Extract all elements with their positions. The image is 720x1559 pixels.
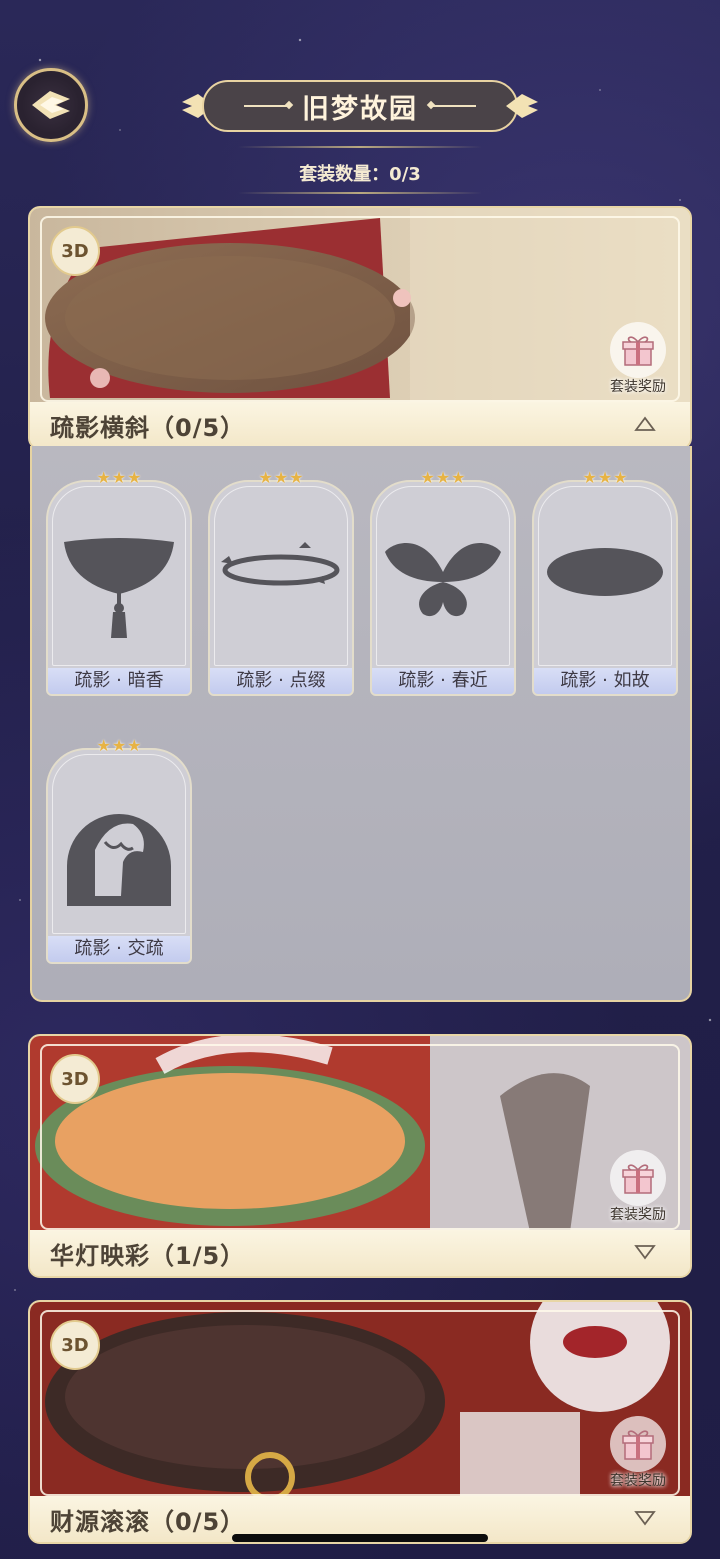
suit-card-2[interactable]: 3D 套装奖励 华灯映彩（1/5） xyxy=(28,1034,692,1278)
suit-card-3[interactable]: 3D 套装奖励 财源滚滚（0/5） xyxy=(28,1300,692,1544)
suit-reward-button[interactable]: 套装奖励 xyxy=(602,1150,674,1224)
title-line-left xyxy=(244,105,290,107)
item-name: 疏影 · 暗香 xyxy=(48,668,190,694)
preview-frame xyxy=(40,1044,680,1230)
back-arrow-icon xyxy=(32,91,70,119)
suit-name: 疏影横斜（0/5） xyxy=(50,413,246,442)
suit-title-bar[interactable]: 疏影横斜（0/5） xyxy=(30,402,690,448)
3d-badge[interactable]: 3D xyxy=(50,1320,100,1370)
star-rating: ★ ★ ★ xyxy=(258,468,304,487)
item-card[interactable]: 疏影 · 点缀 ★ ★ ★ xyxy=(208,468,354,696)
reward-label: 套装奖励 xyxy=(610,1207,666,1223)
collapse-arrow-icon[interactable] xyxy=(634,416,656,432)
suit-items-panel: 疏影 · 暗香 ★ ★ ★ 疏影 · 点缀 ★ ★ ★ 疏影 · 春近 ★ ★ ★ 疏影 ·… xyxy=(30,446,692,1002)
divider xyxy=(238,192,482,194)
dome-window-icon xyxy=(67,814,171,906)
star-rating: ★ ★ ★ xyxy=(96,468,142,487)
item-card[interactable]: 疏影 · 春近 ★ ★ ★ xyxy=(370,468,516,696)
star-rating: ★ ★ ★ xyxy=(420,468,466,487)
title-banner: 旧梦故园 xyxy=(178,80,542,132)
expand-arrow-icon[interactable] xyxy=(634,1244,656,1260)
suit-reward-button[interactable]: 套装奖励 xyxy=(602,322,674,396)
suit-reward-button[interactable]: 套装奖励 xyxy=(602,1416,674,1490)
home-indicator[interactable] xyxy=(232,1534,488,1542)
page-title: 旧梦故园 xyxy=(302,93,418,125)
suit-name: 华灯映彩（1/5） xyxy=(50,1241,246,1270)
item-name: 疏影 · 交疏 xyxy=(48,936,190,962)
suit-card-1[interactable]: 3D 套装奖励 疏影横斜（0/5） xyxy=(28,206,692,450)
gift-icon xyxy=(622,1430,654,1460)
ring-leaves-icon xyxy=(221,542,340,586)
back-button[interactable] xyxy=(14,68,88,142)
expand-arrow-icon[interactable] xyxy=(634,1510,656,1526)
item-card[interactable]: 疏影 · 交疏 ★ ★ ★ xyxy=(46,736,192,964)
item-card[interactable]: 疏影 · 暗香 ★ ★ ★ xyxy=(46,468,192,696)
star-rating: ★ ★ ★ xyxy=(582,468,628,487)
reward-label: 套装奖励 xyxy=(610,1473,666,1489)
gift-icon xyxy=(622,336,654,366)
title-line-right xyxy=(430,105,476,107)
item-name: 疏影 · 点缀 xyxy=(210,668,352,694)
item-card[interactable]: 疏影 · 如故 ★ ★ ★ xyxy=(532,468,678,696)
wing-ornament-icon xyxy=(506,94,538,118)
3d-badge[interactable]: 3D xyxy=(50,1054,100,1104)
item-name: 疏影 · 如故 xyxy=(534,668,676,694)
suit-title-bar[interactable]: 华灯映彩（1/5） xyxy=(30,1230,690,1276)
suit-name: 财源滚滚（0/5） xyxy=(50,1507,246,1536)
butterfly-icon xyxy=(385,543,501,617)
item-name: 疏影 · 春近 xyxy=(372,668,514,694)
gift-icon xyxy=(622,1164,654,1194)
bowl-tassel-icon xyxy=(64,538,174,638)
preview-frame xyxy=(40,216,680,402)
divider xyxy=(238,146,482,148)
oval-disc-icon xyxy=(547,548,663,596)
set-count: 套装数量：0/3 xyxy=(299,164,421,185)
star-rating: ★ ★ ★ xyxy=(96,736,142,755)
preview-frame xyxy=(40,1310,680,1496)
reward-label: 套装奖励 xyxy=(610,379,666,395)
3d-badge[interactable]: 3D xyxy=(50,226,100,276)
